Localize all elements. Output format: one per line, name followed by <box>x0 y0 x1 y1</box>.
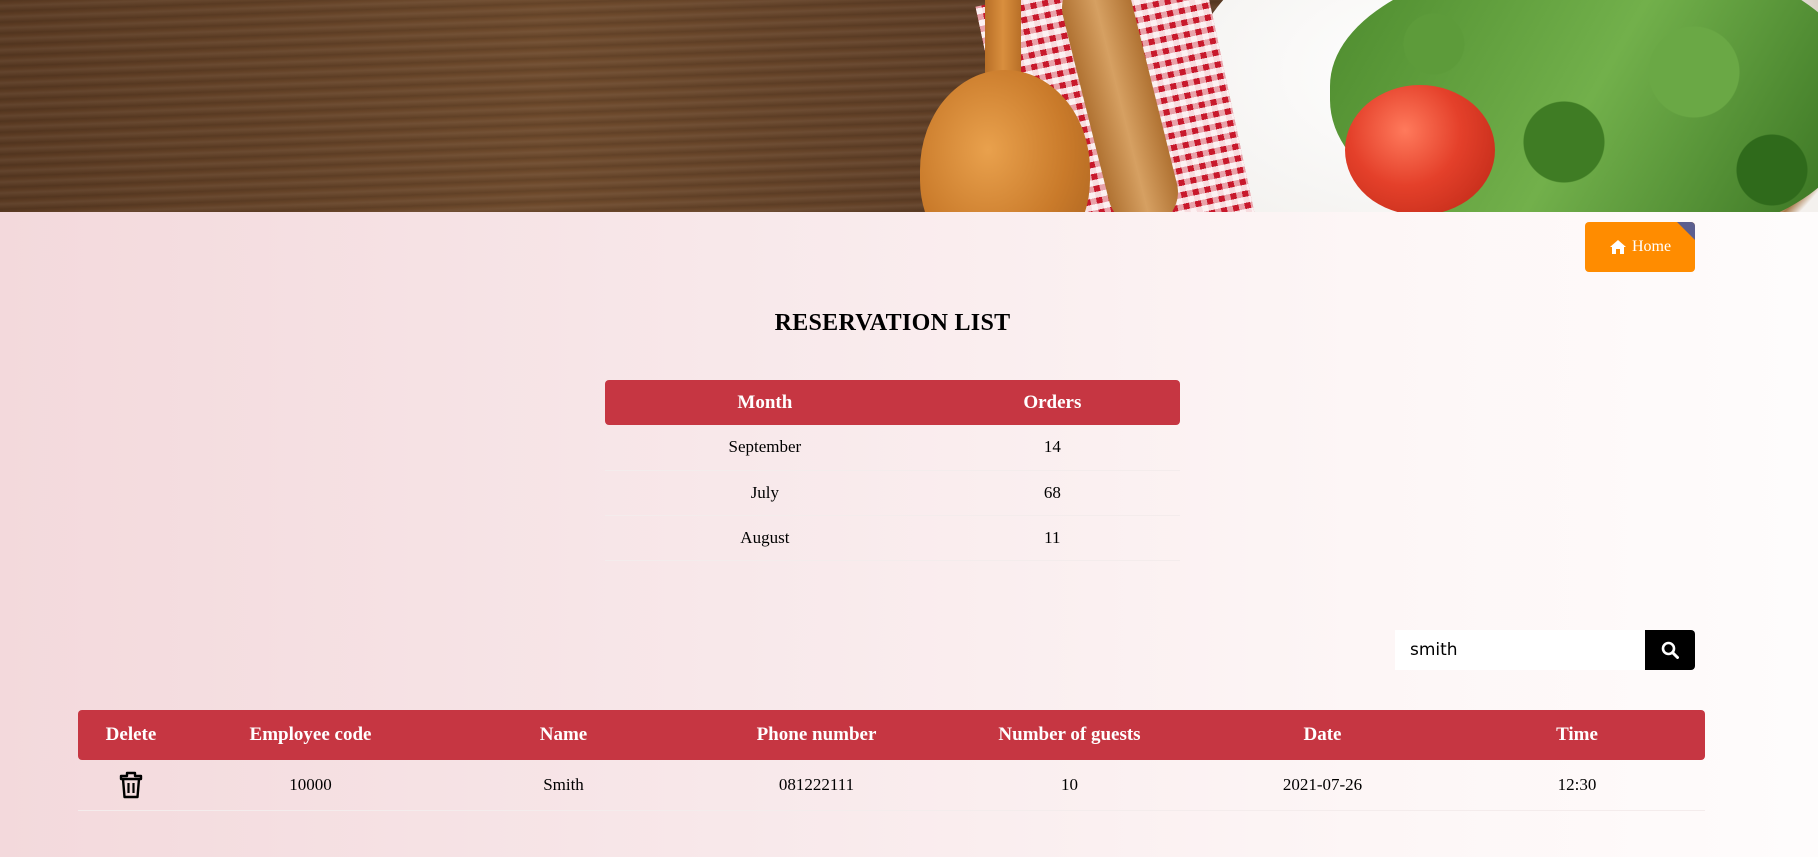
reservations-table: Delete Employee code Name Phone number N… <box>78 710 1705 811</box>
summary-cell-orders: 68 <box>924 470 1180 516</box>
cell-phone-number: 081222111 <box>690 760 943 811</box>
page-title: RESERVATION LIST <box>774 310 1011 336</box>
summary-header-month: Month <box>605 380 925 425</box>
summary-row: July 68 <box>605 470 1180 516</box>
delete-cell <box>78 760 184 811</box>
header-phone-number: Phone number <box>690 710 943 760</box>
banner-tomato <box>1345 85 1495 212</box>
search-input[interactable] <box>1395 630 1645 670</box>
header-employee-code: Employee code <box>184 710 437 760</box>
home-button-corner <box>1677 222 1695 240</box>
search-icon <box>1661 641 1679 659</box>
summary-cell-orders: 14 <box>924 425 1180 471</box>
summary-cell-month: September <box>605 425 925 471</box>
home-button-label: Home <box>1631 238 1672 255</box>
cell-employee-code: 10000 <box>184 760 437 811</box>
summary-header-orders: Orders <box>924 380 1180 425</box>
search-button[interactable] <box>1645 630 1695 670</box>
header-name: Name <box>437 710 690 760</box>
cell-time: 12:30 <box>1449 760 1705 811</box>
header-date: Date <box>1196 710 1449 760</box>
summary-header-row: Month Orders <box>605 380 1180 425</box>
summary-row: August 11 <box>605 515 1180 561</box>
summary-cell-month: July <box>605 470 925 516</box>
summary-cell-month: August <box>605 515 925 561</box>
header-banner-image <box>0 0 1818 212</box>
home-icon <box>1609 240 1626 254</box>
cell-date: 2021-07-26 <box>1196 760 1449 811</box>
header-number-of-guests: Number of guests <box>943 710 1196 760</box>
cell-name: Smith <box>437 760 690 811</box>
table-row: 10000 Smith 081222111 10 2021-07-26 12:3… <box>78 760 1705 811</box>
cell-number-of-guests: 10 <box>943 760 1196 811</box>
reservations-header-row: Delete Employee code Name Phone number N… <box>78 710 1705 760</box>
monthly-orders-table: Month Orders September 14 July 68 August… <box>605 380 1180 561</box>
header-time: Time <box>1449 710 1705 760</box>
search-bar <box>1395 630 1695 670</box>
home-button[interactable]: Home <box>1585 222 1695 272</box>
trash-icon[interactable] <box>119 771 143 799</box>
header-delete: Delete <box>78 710 184 760</box>
summary-row: September 14 <box>605 425 1180 471</box>
summary-cell-orders: 11 <box>924 515 1180 561</box>
